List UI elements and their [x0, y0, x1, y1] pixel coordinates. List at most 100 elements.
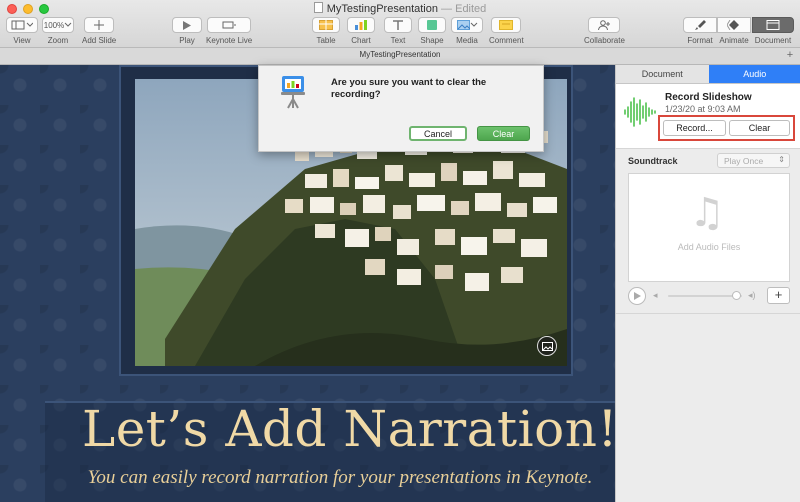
volume-high-icon: ◂)	[748, 290, 756, 300]
music-note-icon: ♫	[689, 190, 725, 236]
keynote-live-button[interactable]	[207, 17, 252, 33]
document-label: Document	[754, 36, 792, 45]
animate-tool[interactable]: Animate	[717, 17, 751, 45]
waveform-icon	[624, 97, 656, 127]
text-tool[interactable]: Text	[384, 17, 412, 45]
table-icon	[319, 20, 333, 30]
up-down-chevron-icon: ⇕	[778, 155, 785, 164]
shape-label: Shape	[420, 36, 444, 45]
table-label: Table	[316, 36, 336, 45]
edited-indicator: — Edited	[441, 3, 487, 15]
slide-subtitle[interactable]: You can easily record narration for your…	[60, 467, 620, 489]
inspector-tabs: Document Audio	[616, 65, 800, 84]
image-icon	[541, 341, 553, 351]
text-icon	[393, 20, 403, 30]
zoom-label: Zoom	[47, 36, 69, 45]
chevron-down-icon	[470, 22, 477, 27]
document-tab[interactable]: MyTestingPresentation	[0, 50, 800, 59]
record-button[interactable]: Record...	[663, 120, 726, 136]
tab-document[interactable]: Document	[616, 65, 709, 83]
soundtrack-play-mode-select[interactable]: Play Once ⇕	[717, 153, 790, 168]
shape-icon	[427, 20, 437, 30]
plus-icon	[94, 20, 105, 30]
toolbar: MyTestingPresentation — Edited View 100%…	[0, 0, 800, 48]
comment-tool[interactable]: Comment	[489, 17, 524, 45]
add-slide-button[interactable]	[84, 17, 115, 33]
shape-button[interactable]	[418, 17, 446, 33]
dialog-message: Are you sure you want to clear the recor…	[331, 77, 487, 100]
window-title-text: MyTestingPresentation	[326, 3, 438, 15]
text-button[interactable]	[384, 17, 412, 33]
zoom-value: 100%	[43, 20, 65, 30]
document-tab-bar: MyTestingPresentation +	[0, 48, 800, 65]
media-label: Media	[456, 36, 478, 45]
zoom-select[interactable]: 100%	[42, 17, 74, 33]
collaborate-label: Collaborate	[584, 36, 625, 45]
tab-audio[interactable]: Audio	[708, 65, 800, 83]
window-title: MyTestingPresentation — Edited	[0, 2, 800, 15]
volume-low-icon: ◂	[653, 290, 658, 300]
recording-date: 1/23/20 at 9:03 AM	[665, 104, 741, 114]
chart-button[interactable]	[347, 17, 375, 33]
document-icon	[766, 20, 780, 30]
format-button[interactable]	[683, 17, 717, 33]
view-label: View	[13, 36, 31, 45]
media-tool[interactable]: Media	[451, 17, 483, 45]
soundtrack-play-button[interactable]	[628, 287, 646, 305]
person-plus-icon	[598, 20, 611, 30]
view-tool[interactable]: View	[6, 17, 38, 45]
play-label: Play	[179, 36, 195, 45]
keynote-live-tool[interactable]: Keynote Live	[206, 17, 252, 45]
monitor-icon	[222, 21, 237, 28]
media-button[interactable]	[451, 17, 483, 33]
shape-tool[interactable]: Shape	[418, 17, 446, 45]
zoom-tool[interactable]: 100% Zoom	[42, 17, 74, 45]
soundtrack-player: ◂ ◂) +	[628, 286, 790, 306]
table-tool[interactable]: Table	[312, 17, 340, 45]
document-icon	[313, 2, 323, 13]
chart-tool[interactable]: Chart	[347, 17, 375, 45]
chart-icon	[355, 20, 367, 30]
cancel-button[interactable]: Cancel	[409, 126, 467, 141]
add-audio-button[interactable]: +	[767, 287, 790, 304]
chart-label: Chart	[351, 36, 371, 45]
keynote-app-icon	[281, 76, 305, 109]
inspector-panel: Document Audio Record Slideshow 1/23/20 …	[615, 65, 800, 502]
add-slide-tool[interactable]: Add Slide	[82, 17, 116, 45]
confirm-clear-button[interactable]: Clear	[477, 126, 530, 141]
comment-button[interactable]	[491, 17, 522, 33]
comment-label: Comment	[489, 36, 524, 45]
table-button[interactable]	[312, 17, 340, 33]
media-icon	[456, 20, 470, 30]
comment-icon	[499, 20, 514, 30]
document-tool[interactable]: Document	[752, 17, 794, 45]
volume-slider-knob[interactable]	[731, 291, 741, 300]
collaborate-tool[interactable]: Collaborate	[584, 17, 625, 45]
record-slideshow-section: Record Slideshow 1/23/20 at 9:03 AM Reco…	[616, 84, 800, 149]
play-icon	[183, 20, 191, 30]
format-tool[interactable]: Format	[683, 17, 717, 45]
clear-recording-dialog: Are you sure you want to clear the recor…	[258, 65, 544, 152]
divider	[616, 313, 800, 314]
soundtrack-label: Soundtrack	[628, 156, 678, 166]
new-tab-button[interactable]: +	[784, 50, 796, 62]
text-label: Text	[390, 36, 406, 45]
record-slideshow-title: Record Slideshow	[665, 92, 752, 103]
collaborate-button[interactable]	[588, 17, 621, 33]
add-audio-files-text: Add Audio Files	[677, 242, 741, 252]
image-badge-button[interactable]	[537, 336, 557, 356]
play-button[interactable]	[172, 17, 202, 33]
document-button[interactable]	[752, 17, 794, 33]
animate-label: Animate	[719, 36, 749, 45]
volume-slider[interactable]	[668, 295, 742, 297]
play-tool[interactable]: Play	[172, 17, 202, 45]
sidebar-view-icon	[11, 20, 33, 30]
audio-drop-area[interactable]: ♫ Add Audio Files	[628, 173, 790, 282]
clear-recording-button[interactable]: Clear	[729, 120, 790, 136]
play-icon	[633, 292, 641, 300]
add-slide-label: Add Slide	[82, 36, 117, 45]
view-button[interactable]	[6, 17, 38, 33]
animate-button[interactable]	[717, 17, 751, 33]
slide-title[interactable]: Let’s Add Narration!	[0, 400, 700, 458]
keynote-window: MyTestingPresentation — Edited View 100%…	[0, 0, 800, 502]
